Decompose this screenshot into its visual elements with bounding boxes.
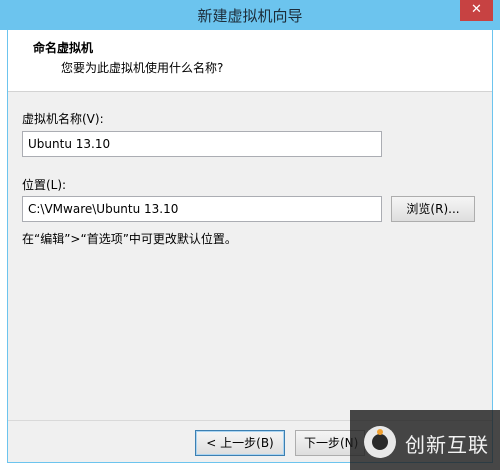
back-button[interactable]: < 上一步(B) bbox=[195, 430, 285, 456]
title-bar: 新建虚拟机向导 ✕ bbox=[0, 0, 500, 30]
vm-name-input[interactable]: Ubuntu 13.10 bbox=[22, 131, 382, 157]
watermark-overlay: 创新互联 bbox=[350, 410, 500, 470]
window-title: 新建虚拟机向导 bbox=[197, 7, 303, 25]
brand-logo-icon bbox=[364, 426, 396, 458]
wizard-body: 命名虚拟机 您要为此虚拟机使用什么名称? 虚拟机名称(V): Ubuntu 13… bbox=[7, 30, 493, 463]
page-subtitle: 您要为此虚拟机使用什么名称? bbox=[61, 61, 224, 75]
default-location-hint: 在“编辑”>“首选项”中可更改默认位置。 bbox=[22, 232, 237, 246]
location-label: 位置(L): bbox=[22, 178, 67, 192]
vm-name-label: 虚拟机名称(V): bbox=[22, 112, 104, 126]
page-title: 命名虚拟机 bbox=[33, 41, 94, 55]
close-button[interactable]: ✕ bbox=[460, 0, 493, 21]
watermark-text: 创新互联 bbox=[405, 433, 489, 457]
browse-button[interactable]: 浏览(R)... bbox=[391, 196, 475, 222]
wizard-header: 命名虚拟机 您要为此虚拟机使用什么名称? bbox=[8, 30, 492, 92]
location-input[interactable]: C:\VMware\Ubuntu 13.10 bbox=[22, 196, 382, 222]
